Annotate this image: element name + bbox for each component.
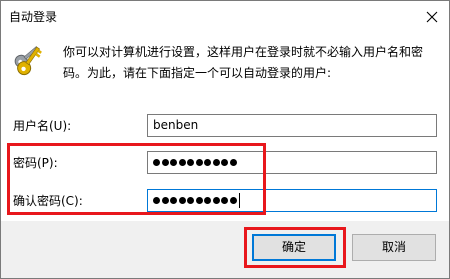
mask-dot [229, 197, 237, 204]
mask-dot [195, 159, 203, 166]
title-bar: 自动登录 [1, 1, 449, 33]
window-title: 自动登录 [9, 10, 58, 24]
close-icon [426, 11, 438, 23]
keys-icon [14, 46, 42, 76]
mask-dot [187, 159, 194, 166]
username-label: 用户名(U): [13, 119, 72, 133]
password-field[interactable] [147, 151, 437, 174]
auto-login-dialog: 自动登录 你可以对计算机进行设置，这样用户在登录时就不必输入用户名和密 码。为此… [0, 0, 450, 279]
password-mask [153, 152, 431, 173]
intro-line-1: 你可以对计算机进行设置，这样用户在登录时就不必输入用户名和密 [63, 45, 424, 59]
mask-dot [204, 159, 211, 166]
mask-dot [153, 159, 160, 166]
intro-line-2: 码。为此，请在下面指定一个可以自动登录的用户: [63, 66, 332, 80]
mask-dot [221, 159, 228, 166]
mask-dot [178, 197, 186, 204]
intro-text: 你可以对计算机进行设置，这样用户在登录时就不必输入用户名和密 码。为此，请在下面… [63, 42, 441, 84]
mask-dot [153, 197, 160, 204]
mask-dot [178, 159, 186, 166]
mask-dot [187, 197, 194, 204]
mask-dot [161, 197, 169, 204]
username-field[interactable]: benben [147, 114, 437, 137]
mask-dot [221, 197, 228, 204]
confirm-password-mask [153, 190, 431, 211]
confirm-password-label: 确认密码(C): [13, 194, 83, 208]
cancel-button[interactable]: 取消 [352, 234, 436, 261]
mask-dot [170, 197, 177, 204]
text-caret [239, 193, 240, 208]
mask-dot [212, 197, 220, 204]
close-button[interactable] [415, 1, 449, 33]
ok-button[interactable]: 确定 [252, 234, 336, 261]
mask-dot [212, 159, 220, 166]
mask-dot [229, 159, 237, 166]
mask-dot [161, 159, 169, 166]
confirm-password-field[interactable] [147, 189, 437, 212]
mask-dot [170, 159, 177, 166]
mask-dot [204, 197, 211, 204]
mask-dot [195, 197, 203, 204]
password-label: 密码(P): [13, 156, 58, 170]
